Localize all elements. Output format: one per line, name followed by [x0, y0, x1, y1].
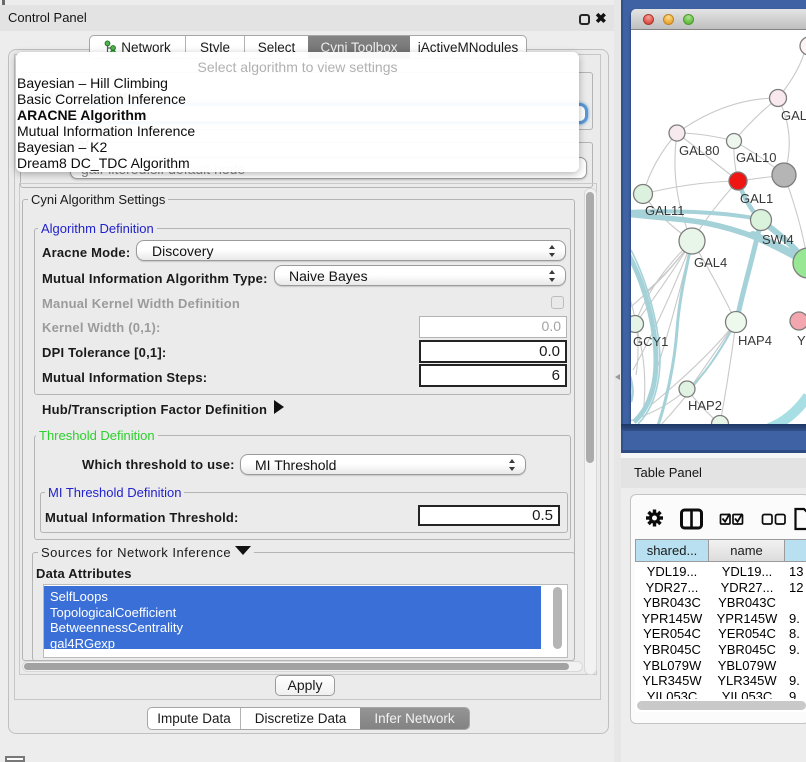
svg-text:GAL10: GAL10 — [736, 150, 776, 165]
svg-text:GAL4: GAL4 — [694, 255, 727, 270]
svg-text:HAP4: HAP4 — [738, 333, 772, 348]
svg-text:HAP2: HAP2 — [688, 398, 722, 413]
svg-text:GAL11: GAL11 — [645, 203, 685, 218]
svg-text:GAL80: GAL80 — [679, 143, 719, 158]
svg-text:GAL7: GAL7 — [781, 108, 806, 123]
svg-text:GAL1: GAL1 — [740, 191, 773, 206]
svg-text:SWI4: SWI4 — [762, 232, 794, 247]
svg-text:YEL: YEL — [797, 333, 806, 348]
svg-text:GCY1: GCY1 — [633, 334, 668, 349]
